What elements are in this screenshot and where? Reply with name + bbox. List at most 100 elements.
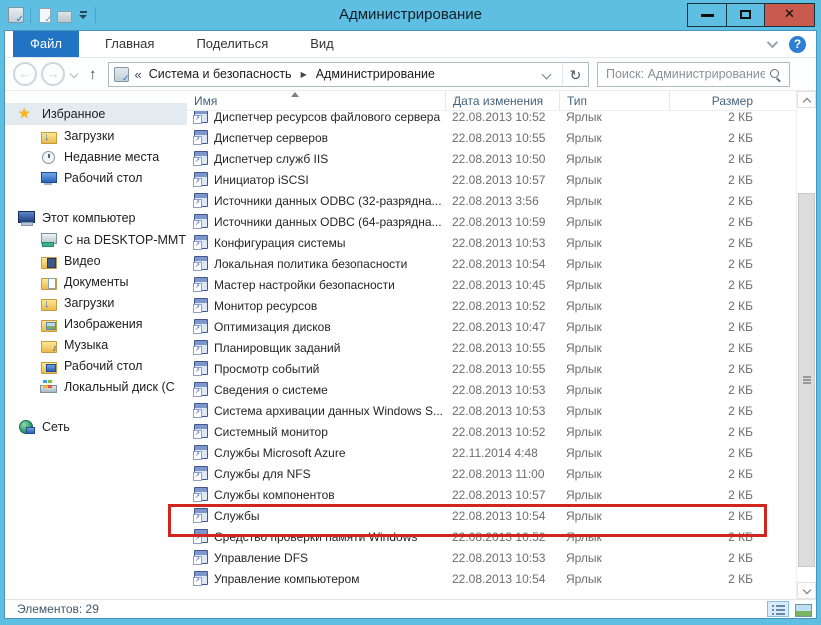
- sidebar-tree: ИзбранноеЗагрузкиНедавние местаРабочий с…: [5, 91, 187, 599]
- folder-pic-icon: [40, 316, 57, 332]
- forward-button[interactable]: →: [41, 62, 65, 86]
- sidebar-item-folder-doc[interactable]: Документы: [5, 271, 187, 292]
- shortcut-icon: [193, 111, 208, 124]
- maximize-button[interactable]: [726, 4, 764, 26]
- table-row[interactable]: Конфигурация системы22.08.2013 10:53Ярлы…: [187, 232, 796, 253]
- column-header-type[interactable]: Тип: [559, 91, 669, 110]
- scroll-down-icon[interactable]: [797, 582, 816, 599]
- type-cell: Ярлык: [559, 446, 669, 460]
- date-modified-cell: 22.08.2013 10:53: [445, 551, 559, 565]
- type-cell: Ярлык: [559, 551, 669, 565]
- sidebar-item-computer[interactable]: Этот компьютер: [5, 207, 187, 229]
- column-header-date[interactable]: Дата изменения: [445, 91, 559, 110]
- up-button[interactable]: ↑: [89, 66, 97, 83]
- breadcrumb-administration[interactable]: Администрирование: [316, 67, 435, 81]
- table-row[interactable]: Монитор ресурсов22.08.2013 10:52Ярлык2 К…: [187, 295, 796, 316]
- table-row[interactable]: Службы для NFS22.08.2013 11:00Ярлык2 КБ: [187, 463, 796, 484]
- sidebar-item-folder-down[interactable]: Загрузки: [5, 292, 187, 313]
- sidebar-item-folder-music[interactable]: Музыка: [5, 334, 187, 355]
- breadcrumb-root-chevrons[interactable]: «: [135, 67, 142, 82]
- sidebar-item-star[interactable]: Избранное: [5, 103, 187, 125]
- tab-home[interactable]: Главная: [89, 31, 170, 57]
- type-cell: Ярлык: [559, 488, 669, 502]
- sidebar-item-globe[interactable]: Сеть: [5, 416, 187, 438]
- breadcrumb-system-security[interactable]: Система и безопасность: [149, 67, 292, 81]
- file-name-cell: Конфигурация системы: [187, 235, 445, 250]
- details-view-button[interactable]: [767, 601, 789, 617]
- scroll-up-icon[interactable]: [797, 91, 816, 108]
- table-row[interactable]: Сведения о системе22.08.2013 10:53Ярлык2…: [187, 379, 796, 400]
- expand-ribbon-icon[interactable]: [767, 37, 778, 48]
- globe-icon: [18, 419, 35, 435]
- table-row[interactable]: Планировщик заданий22.08.2013 10:55Ярлык…: [187, 337, 796, 358]
- table-row[interactable]: Мастер настройки безопасности22.08.2013 …: [187, 274, 796, 295]
- file-name-cell: Службы: [187, 508, 445, 523]
- table-row[interactable]: Инициатор iSCSI22.08.2013 10:57Ярлык2 КБ: [187, 169, 796, 190]
- table-row[interactable]: Службы22.08.2013 10:54Ярлык2 КБ: [187, 505, 796, 526]
- search-icon[interactable]: [769, 68, 782, 81]
- help-icon[interactable]: ?: [789, 36, 806, 53]
- address-dropdown-icon[interactable]: [542, 69, 552, 79]
- back-button[interactable]: ←: [13, 62, 37, 86]
- file-name-cell: Диспетчер ресурсов файлового сервера: [187, 111, 445, 124]
- file-name-cell: Службы компонентов: [187, 487, 445, 502]
- table-row[interactable]: Средство проверки памяти Windows22.08.20…: [187, 526, 796, 547]
- view-toggle-group: [767, 601, 816, 617]
- sidebar-item-netdrive[interactable]: С на DESKTOP-MMT: [5, 229, 187, 250]
- table-row[interactable]: Система архивации данных Windows S...22.…: [187, 400, 796, 421]
- breadcrumb-separator-icon[interactable]: ▶: [301, 70, 307, 79]
- sidebar-item-folder-pic[interactable]: Изображения: [5, 313, 187, 334]
- table-row[interactable]: Службы Microsoft Azure22.11.2014 4:48Ярл…: [187, 442, 796, 463]
- date-modified-cell: 22.08.2013 10:54: [445, 509, 559, 523]
- column-header-name[interactable]: Имя: [187, 91, 445, 110]
- sidebar-item-folder-desk[interactable]: Рабочий стол: [5, 355, 187, 376]
- scrollbar-thumb[interactable]: [798, 193, 815, 567]
- ribbon-tabs: Файл Главная Поделиться Вид ?: [5, 31, 816, 58]
- sidebar-item-desktop[interactable]: Рабочий стол: [5, 167, 187, 188]
- new-folder-icon[interactable]: [57, 8, 71, 23]
- table-row[interactable]: Управление компьютером22.08.2013 10:54Яр…: [187, 568, 796, 589]
- table-row[interactable]: Диспетчер служб IIS22.08.2013 10:50Ярлык…: [187, 148, 796, 169]
- sidebar-item-disk[interactable]: Локальный диск (C: [5, 376, 187, 397]
- date-modified-cell: 22.08.2013 10:59: [445, 215, 559, 229]
- customize-quick-access-icon[interactable]: [77, 9, 89, 21]
- search-input[interactable]: [598, 67, 769, 81]
- thumbnails-view-button[interactable]: [791, 601, 813, 617]
- table-row[interactable]: Диспетчер серверов22.08.2013 10:55Ярлык2…: [187, 127, 796, 148]
- tab-view[interactable]: Вид: [294, 31, 350, 57]
- size-cell: 2 КБ: [669, 383, 763, 397]
- scrollbar-track[interactable]: [797, 108, 816, 582]
- type-cell: Ярлык: [559, 215, 669, 229]
- properties-icon[interactable]: [37, 8, 51, 23]
- tab-file[interactable]: Файл: [13, 31, 79, 57]
- close-button[interactable]: ✕: [764, 4, 814, 26]
- size-cell: 2 КБ: [669, 509, 763, 523]
- folder-video-icon: [40, 253, 57, 269]
- type-cell: Ярлык: [559, 572, 669, 586]
- table-row[interactable]: Локальная политика безопасности22.08.201…: [187, 253, 796, 274]
- table-row[interactable]: Службы компонентов22.08.2013 10:57Ярлык2…: [187, 484, 796, 505]
- sidebar-item-folder-down[interactable]: Загрузки: [5, 125, 187, 146]
- sort-ascending-icon: [291, 92, 299, 97]
- recent-locations-icon[interactable]: [70, 70, 78, 78]
- table-row[interactable]: Системный монитор22.08.2013 10:52Ярлык2 …: [187, 421, 796, 442]
- shortcut-icon: [193, 424, 208, 439]
- table-row[interactable]: Диспетчер ресурсов файлового сервера22.0…: [187, 111, 796, 127]
- refresh-icon[interactable]: ↻: [562, 63, 588, 86]
- table-row[interactable]: Управление DFS22.08.2013 10:53Ярлык2 КБ: [187, 547, 796, 568]
- size-cell: 2 КБ: [669, 278, 763, 292]
- sidebar-item-recent[interactable]: Недавние места: [5, 146, 187, 167]
- sidebar-item-folder-video[interactable]: Видео: [5, 250, 187, 271]
- tab-share[interactable]: Поделиться: [180, 31, 284, 57]
- shortcut-icon: [193, 487, 208, 502]
- shortcut-icon: [193, 445, 208, 460]
- column-header-size[interactable]: Размер: [669, 91, 763, 110]
- address-bar[interactable]: « Система и безопасность ▶ Администриров…: [108, 62, 590, 87]
- table-row[interactable]: Оптимизация дисков22.08.2013 10:47Ярлык2…: [187, 316, 796, 337]
- table-row[interactable]: Источники данных ODBC (32-разрядна...22.…: [187, 190, 796, 211]
- table-row[interactable]: Источники данных ODBC (64-разрядна...22.…: [187, 211, 796, 232]
- date-modified-cell: 22.08.2013 10:57: [445, 173, 559, 187]
- table-row[interactable]: Просмотр событий22.08.2013 10:55Ярлык2 К…: [187, 358, 796, 379]
- app-icon[interactable]: [8, 7, 24, 23]
- minimize-button[interactable]: [688, 4, 726, 26]
